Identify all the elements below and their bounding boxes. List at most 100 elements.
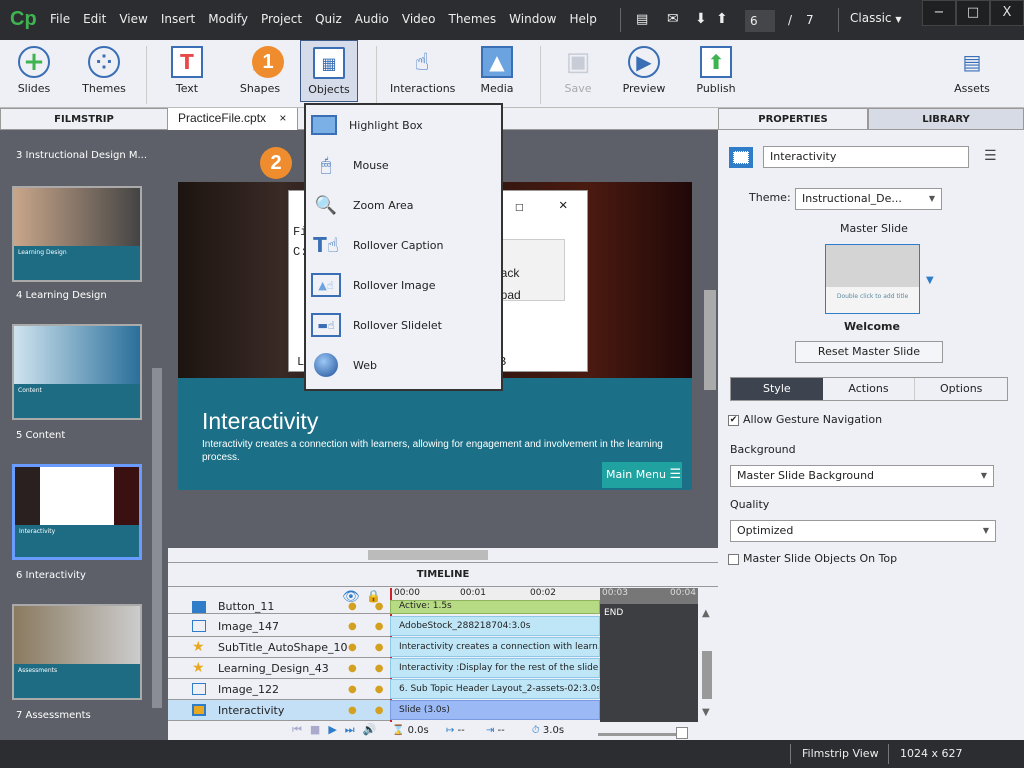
timeline-panel: TIMELINE 👁 🔒 00:00 00:01 00:02 00:03 00:… xyxy=(168,562,718,740)
assets-button[interactable]: ▤ Assets xyxy=(940,46,1004,95)
hourglass-icon: ⌛ xyxy=(392,725,405,736)
interactions-button[interactable]: ☝ Interactions xyxy=(390,46,455,95)
menu-project[interactable]: Project xyxy=(261,12,302,26)
zoom-slider-handle[interactable] xyxy=(676,727,688,739)
panel-options-icon[interactable]: ☰ xyxy=(984,148,997,164)
media-button[interactable]: ▲ Media xyxy=(465,46,529,95)
slide-number-input[interactable]: 6 xyxy=(745,10,775,32)
master-slide-dropdown-icon[interactable]: ▼ xyxy=(926,275,934,286)
slide-label[interactable]: 5 Content xyxy=(16,430,65,441)
menu-file[interactable]: File xyxy=(50,12,70,26)
tab-options[interactable]: Options xyxy=(915,378,1007,400)
play-icon[interactable]: ▶ xyxy=(328,723,344,736)
menu-audio[interactable]: Audio xyxy=(355,12,389,26)
menu-window[interactable]: Window xyxy=(509,12,556,26)
slide-label[interactable]: 7 Assessments xyxy=(16,710,91,721)
arrow-down-icon[interactable]: ⬇ xyxy=(695,11,707,27)
menu-item-web[interactable]: Web xyxy=(306,345,501,385)
timeline-scrollbar[interactable] xyxy=(702,651,712,699)
objects-on-top-checkbox[interactable] xyxy=(728,554,739,565)
rewind-icon[interactable]: ⏮ xyxy=(292,723,310,736)
slides-button[interactable]: + Slides xyxy=(2,46,66,95)
master-slide-thumbnail[interactable]: Double click to add title xyxy=(825,244,920,314)
close-tab-icon[interactable]: × xyxy=(279,111,286,125)
theme-label: Theme: xyxy=(749,191,791,204)
timeline-bar[interactable]: Slide (3.0s) xyxy=(390,700,600,720)
minimize-button[interactable]: − xyxy=(922,0,956,26)
gesture-checkbox[interactable]: ✔ xyxy=(728,415,739,426)
text-button[interactable]: T Text xyxy=(155,46,219,95)
arrow-up-icon[interactable]: ⬆ xyxy=(716,11,728,27)
theme-dropdown[interactable]: Instructional_De... ▼ xyxy=(795,188,942,210)
scroll-up-icon[interactable]: ▲ xyxy=(702,608,710,619)
objects-button[interactable]: ▦ Objects xyxy=(300,40,358,102)
project-size: 1024 x 627 xyxy=(900,747,963,760)
timeline-row[interactable]: Button_11●● xyxy=(168,600,390,614)
menu-item-rollover-slidelet[interactable]: ▬☝ Rollover Slidelet xyxy=(306,305,501,345)
close-window-button[interactable]: X xyxy=(990,0,1024,26)
slide-title: Interactivity xyxy=(202,408,319,434)
menu-modify[interactable]: Modify xyxy=(208,12,248,26)
mail-icon[interactable]: ✉ xyxy=(667,11,679,27)
menu-item-highlight-box[interactable]: Highlight Box xyxy=(306,105,501,145)
slide-thumbnail-selected[interactable]: Interactivity xyxy=(12,464,142,560)
timeline-bar[interactable]: Interactivity :Display for the rest of t… xyxy=(390,658,600,678)
stage-vertical-scrollbar[interactable] xyxy=(704,290,716,390)
properties-tab[interactable]: PROPERTIES xyxy=(718,108,868,130)
timeline-bar[interactable]: 6. Sub Topic Header Layout_2-assets-02:3… xyxy=(390,679,600,699)
timeline-row[interactable]: Image_147 ●● xyxy=(168,616,390,637)
maximize-button[interactable]: □ xyxy=(956,0,990,26)
filmstrip-scrollbar[interactable] xyxy=(152,368,162,708)
slide-thumbnail[interactable]: Assessments xyxy=(12,604,142,700)
preview-button[interactable]: ▶ Preview xyxy=(612,46,676,95)
themes-button[interactable]: ⁘ Themes xyxy=(72,46,136,95)
main-menu-button[interactable]: Main Menu ☰ xyxy=(602,462,682,488)
menu-item-mouse[interactable]: 🖱 Mouse xyxy=(306,145,501,185)
next-icon[interactable]: ⏭ xyxy=(345,723,363,736)
timeline-row[interactable]: Image_122 ●● xyxy=(168,679,390,700)
save-button[interactable]: ▣ Save xyxy=(546,46,610,95)
reset-master-slide-button[interactable]: Reset Master Slide xyxy=(795,341,943,363)
slide-thumbnail[interactable]: Content xyxy=(12,324,142,420)
menu-themes[interactable]: Themes xyxy=(449,12,497,26)
background-dropdown[interactable]: Master Slide Background ▼ xyxy=(730,465,994,487)
tab-style[interactable]: Style xyxy=(731,378,823,400)
timeline-row[interactable]: ★ Learning_Design_43 ●● xyxy=(168,658,390,679)
slide-label[interactable]: 4 Learning Design xyxy=(16,290,107,301)
menu-insert[interactable]: Insert xyxy=(161,12,195,26)
stop-icon[interactable]: ■ xyxy=(310,723,328,736)
menu-quiz[interactable]: Quiz xyxy=(315,12,342,26)
menu-item-label: Zoom Area xyxy=(353,198,414,212)
slide-thumbnail[interactable]: Learning Design xyxy=(12,186,142,282)
stage-horizontal-scrollbar[interactable] xyxy=(168,548,718,562)
slide-label[interactable]: 3 Instructional Design M... xyxy=(16,150,147,161)
audio-icon[interactable]: 🔊 xyxy=(363,723,385,736)
library-tab[interactable]: LIBRARY xyxy=(868,108,1024,130)
workspace-label: Classic xyxy=(850,11,892,25)
timeline-row[interactable]: ★ SubTitle_AutoShape_10 ●● xyxy=(168,637,390,658)
object-name-input[interactable]: Interactivity xyxy=(763,146,969,168)
workspace-dropdown[interactable]: Classic ▼ xyxy=(850,11,902,25)
zoom-slider[interactable] xyxy=(598,727,688,739)
menu-view[interactable]: View xyxy=(119,12,147,26)
timeline-bar[interactable]: Active: 1.5s xyxy=(390,600,600,614)
document-tab[interactable]: PracticeFile.cptx × xyxy=(168,108,298,130)
view-mode: Filmstrip View xyxy=(802,747,879,760)
slide-label[interactable]: 6 Interactivity xyxy=(16,570,86,581)
publish-button[interactable]: ⬆ Publish xyxy=(684,46,748,95)
menu-item-rollover-image[interactable]: ▲☝ Rollover Image xyxy=(306,265,501,305)
menu-item-zoom-area[interactable]: 🔍 Zoom Area xyxy=(306,185,501,225)
menu-item-rollover-caption[interactable]: T☝ Rollover Caption xyxy=(306,225,501,265)
quality-dropdown[interactable]: Optimized ▼ xyxy=(730,520,996,542)
timeline-bar[interactable]: AdobeStock_288218704:3.0s xyxy=(390,616,600,636)
scroll-down-icon[interactable]: ▼ xyxy=(702,707,710,718)
menu-edit[interactable]: Edit xyxy=(83,12,106,26)
menu-video[interactable]: Video xyxy=(402,12,436,26)
timeline-row-selected[interactable]: Interactivity ●● xyxy=(168,700,390,721)
timeline-bar[interactable]: Interactivity creates a connection with … xyxy=(390,637,600,657)
assets-icon: ▤ xyxy=(962,50,982,74)
comment-icon[interactable]: ▤ xyxy=(636,12,648,27)
filmstrip-tab[interactable]: FILMSTRIP xyxy=(0,108,168,130)
menu-help[interactable]: Help xyxy=(569,12,596,26)
tab-actions[interactable]: Actions xyxy=(823,378,916,400)
